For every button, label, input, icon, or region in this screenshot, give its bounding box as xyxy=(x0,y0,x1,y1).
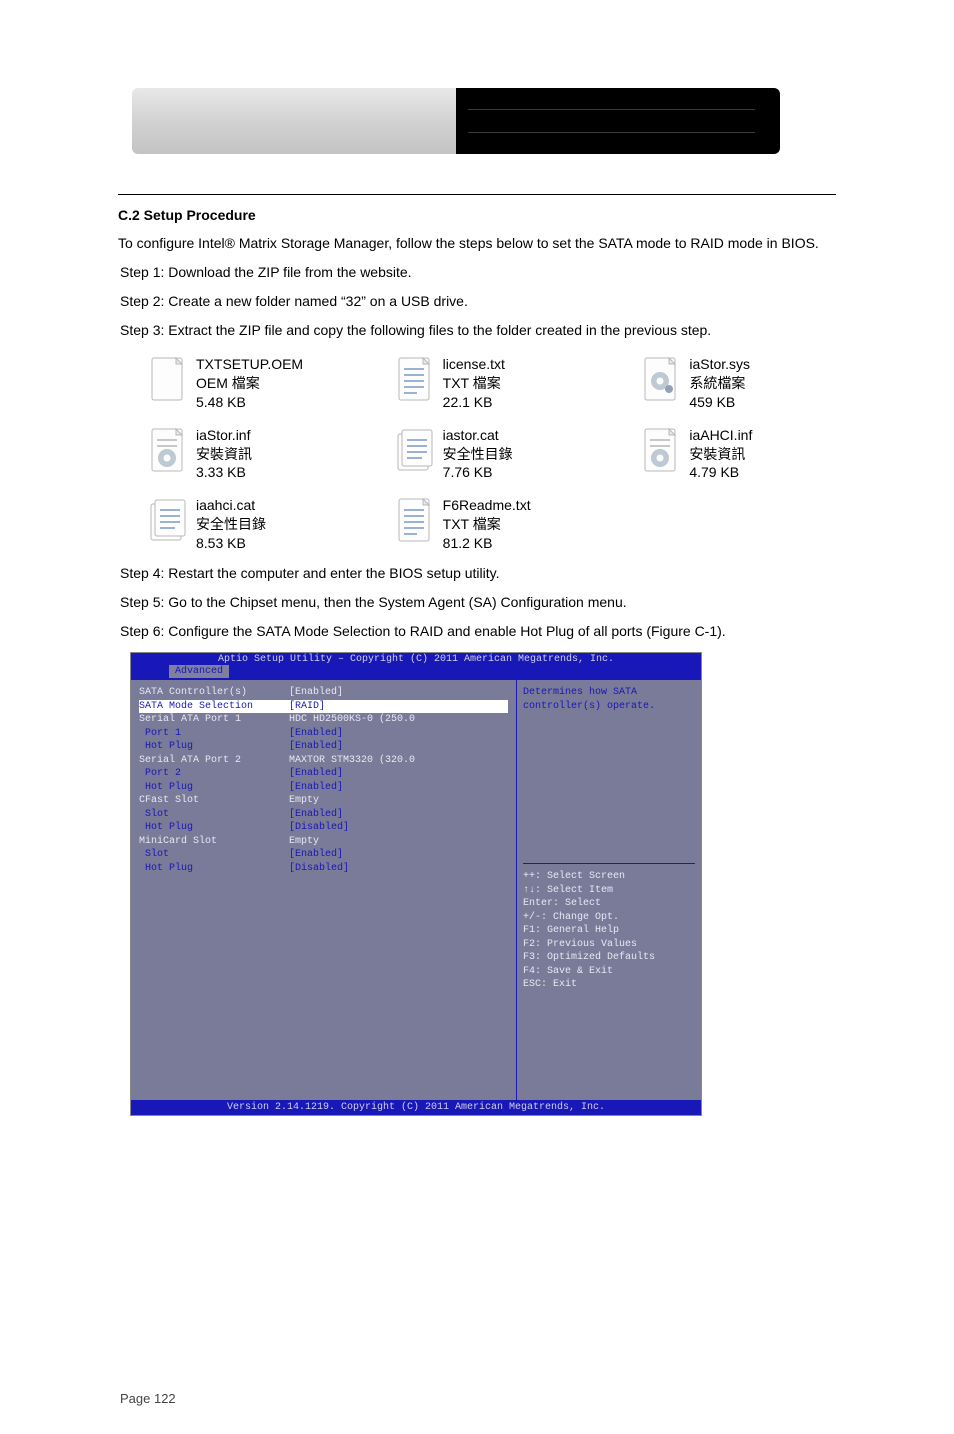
bios-screenshot: Aptio Setup Utility – Copyright (C) 2011… xyxy=(130,652,702,1116)
header-tab-left xyxy=(132,88,456,154)
file-size: 459 KB xyxy=(689,393,750,412)
step-2: Step 2: Create a new folder named “32” o… xyxy=(118,291,836,312)
bios-settings-panel: SATA Controller(s)[Enabled] SATA Mode Se… xyxy=(131,680,517,1100)
file-meta: F6Readme.txtTXT 檔案81.2 KB xyxy=(443,496,531,553)
file-type: 安全性目錄 xyxy=(443,445,513,464)
bios-row: Hot Plug[Enabled] xyxy=(139,781,508,795)
bios-row: Port 2[Enabled] xyxy=(139,767,508,781)
bios-help-line2: controller(s) operate. xyxy=(523,700,695,714)
bios-key-hint: F3: Optimized Defaults xyxy=(523,951,695,965)
file-meta: iaStor.sys系統檔案459 KB xyxy=(689,355,750,412)
file-meta: iaStor.inf安裝資訊3.33 KB xyxy=(196,426,252,483)
file-type: 系統檔案 xyxy=(689,374,750,393)
file-name: iaStor.sys xyxy=(689,355,750,374)
bios-key-hint: +/-: Change Opt. xyxy=(523,911,695,925)
file-type: 安裝資訊 xyxy=(196,445,252,464)
bios-key-hint: F4: Save & Exit xyxy=(523,965,695,979)
file-item: iastor.cat安全性目錄7.76 KB xyxy=(395,426,642,483)
header-tab-right xyxy=(456,88,780,154)
file-size: 8.53 KB xyxy=(196,534,266,553)
section-title: C.2 Setup Procedure xyxy=(118,207,836,223)
bios-row: CFast SlotEmpty xyxy=(139,794,508,808)
step-3: Step 3: Extract the ZIP file and copy th… xyxy=(118,320,836,341)
bios-footer: Version 2.14.1219. Copyright (C) 2011 Am… xyxy=(131,1100,701,1115)
file-meta: TXTSETUP.OEMOEM 檔案5.48 KB xyxy=(196,355,303,412)
file-type: TXT 檔案 xyxy=(443,374,505,393)
intro-text: To configure Intel® Matrix Storage Manag… xyxy=(118,233,836,254)
bios-key-hint: ESC: Exit xyxy=(523,978,695,992)
page-number: Page 122 xyxy=(120,1391,176,1406)
bios-tabrow: Advanced xyxy=(131,665,701,680)
page-footer: Page 122 xyxy=(0,1391,954,1406)
file-size: 22.1 KB xyxy=(443,393,505,412)
file-meta: iaahci.cat安全性目錄8.53 KB xyxy=(196,496,266,553)
file-item: F6Readme.txtTXT 檔案81.2 KB xyxy=(395,496,642,553)
bios-key-hint: ↑↓: Select Item xyxy=(523,884,695,898)
file-size: 5.48 KB xyxy=(196,393,303,412)
divider xyxy=(118,194,836,195)
file-size: 7.76 KB xyxy=(443,463,513,482)
bios-row: Hot Plug[Disabled] xyxy=(139,821,508,835)
bios-row: Port 1[Enabled] xyxy=(139,727,508,741)
bios-key-hint: Enter: Select xyxy=(523,897,695,911)
file-icon xyxy=(148,496,188,544)
bios-key-hint: F1: General Help xyxy=(523,924,695,938)
file-list: TXTSETUP.OEMOEM 檔案5.48 KBlicense.txtTXT … xyxy=(148,355,888,553)
file-name: F6Readme.txt xyxy=(443,496,531,515)
bios-row: SATA Controller(s)[Enabled] xyxy=(139,686,508,700)
file-name: iaStor.inf xyxy=(196,426,252,445)
bios-key-hint: F2: Previous Values xyxy=(523,938,695,952)
file-type: 安全性目錄 xyxy=(196,515,266,534)
file-item: iaStor.inf安裝資訊3.33 KB xyxy=(148,426,395,483)
file-meta: license.txtTXT 檔案22.1 KB xyxy=(443,355,505,412)
file-icon xyxy=(641,426,681,474)
file-name: TXTSETUP.OEM xyxy=(196,355,303,374)
file-name: iaahci.cat xyxy=(196,496,266,515)
file-icon xyxy=(395,496,435,544)
file-name: iastor.cat xyxy=(443,426,513,445)
header-tabs xyxy=(132,88,836,154)
step-5: Step 5: Go to the Chipset menu, then the… xyxy=(118,592,836,613)
bios-key-hints: ++: Select Screen↑↓: Select ItemEnter: S… xyxy=(523,863,695,992)
file-type: OEM 檔案 xyxy=(196,374,303,393)
bios-row: Slot[Enabled] xyxy=(139,848,508,862)
file-icon xyxy=(395,355,435,403)
bios-row: Slot[Enabled] xyxy=(139,808,508,822)
bios-row: Hot Plug[Enabled] xyxy=(139,740,508,754)
file-size: 81.2 KB xyxy=(443,534,531,553)
bios-row: MiniCard SlotEmpty xyxy=(139,835,508,849)
bios-tab-advanced: Advanced xyxy=(169,665,229,678)
file-icon xyxy=(148,355,188,403)
file-size: 3.33 KB xyxy=(196,463,252,482)
file-meta: iastor.cat安全性目錄7.76 KB xyxy=(443,426,513,483)
file-item: iaAHCI.inf安裝資訊4.79 KB xyxy=(641,426,888,483)
file-icon xyxy=(395,426,435,474)
file-icon xyxy=(641,355,681,403)
file-name: license.txt xyxy=(443,355,505,374)
file-name: iaAHCI.inf xyxy=(689,426,752,445)
bios-key-hint: ++: Select Screen xyxy=(523,870,695,884)
bios-help-panel: Determines how SATA controller(s) operat… xyxy=(517,680,701,1100)
bios-row: Hot Plug[Disabled] xyxy=(139,862,508,876)
file-icon xyxy=(148,426,188,474)
bios-help-line1: Determines how SATA xyxy=(523,686,695,700)
bios-row: Serial ATA Port 2MAXTOR STM3320 (320.0 xyxy=(139,754,508,768)
file-item: iaStor.sys系統檔案459 KB xyxy=(641,355,888,412)
step-4: Step 4: Restart the computer and enter t… xyxy=(118,563,836,584)
file-meta: iaAHCI.inf安裝資訊4.79 KB xyxy=(689,426,752,483)
bios-row-selected: SATA Mode Selection[RAID] xyxy=(139,700,508,714)
file-item: iaahci.cat安全性目錄8.53 KB xyxy=(148,496,395,553)
bios-row: Serial ATA Port 1HDC HD2500KS-0 (250.0 xyxy=(139,713,508,727)
bios-title: Aptio Setup Utility – Copyright (C) 2011… xyxy=(131,653,701,665)
file-item: license.txtTXT 檔案22.1 KB xyxy=(395,355,642,412)
file-type: TXT 檔案 xyxy=(443,515,531,534)
file-item: TXTSETUP.OEMOEM 檔案5.48 KB xyxy=(148,355,395,412)
file-type: 安裝資訊 xyxy=(689,445,752,464)
step-6: Step 6: Configure the SATA Mode Selectio… xyxy=(118,621,836,642)
step-1: Step 1: Download the ZIP file from the w… xyxy=(118,262,836,283)
file-size: 4.79 KB xyxy=(689,463,752,482)
